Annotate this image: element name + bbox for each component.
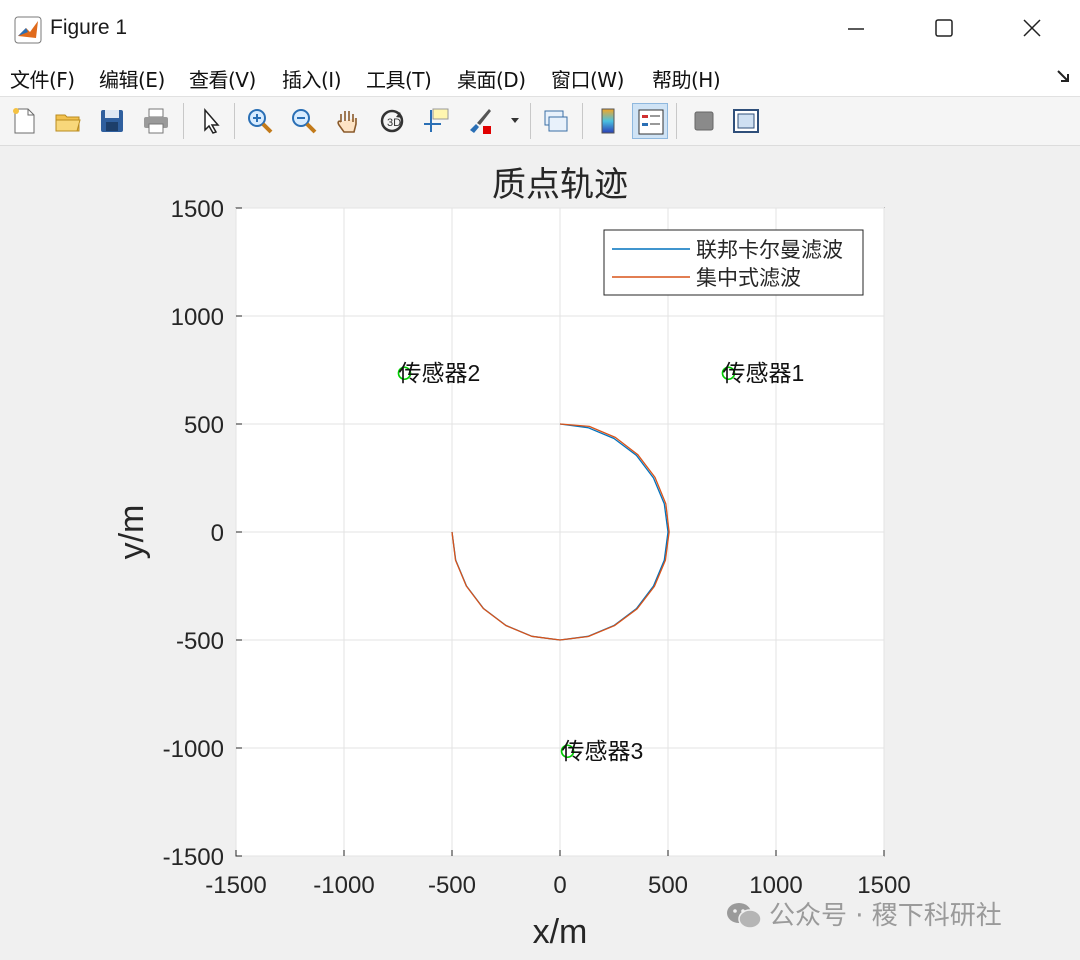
legend-label-federated: 联邦卡尔曼滤波 (696, 238, 843, 262)
menu-view[interactable]: 查看(V) (189, 64, 256, 93)
show-plot-tools-icon (733, 109, 759, 133)
pan-button[interactable] (330, 103, 366, 139)
pan-hand-icon (337, 111, 357, 133)
pointer-button[interactable] (192, 103, 228, 139)
x-tick-label: 0 (553, 872, 566, 899)
print-icon (144, 108, 168, 134)
menu-window[interactable]: 窗口(W) (551, 64, 624, 93)
svg-text:3D: 3D (387, 117, 401, 129)
window-title: Figure 1 (50, 16, 128, 39)
minimize-button[interactable] (812, 0, 900, 56)
open-button[interactable] (50, 103, 86, 139)
sensor-label: 传感器3 (562, 738, 644, 764)
colorbar-icon (601, 108, 615, 134)
y-tick-label: 1000 (171, 304, 224, 331)
y-tick-label: -500 (176, 628, 224, 655)
link-icon (544, 110, 568, 132)
figure-toolbar: 3D (0, 97, 1080, 146)
legend-button[interactable] (632, 103, 668, 139)
sensor-label: 传感器1 (722, 360, 804, 386)
minimize-icon (848, 28, 864, 30)
x-tick-label: -500 (428, 872, 476, 899)
new-figure-button[interactable] (6, 103, 42, 139)
y-axis-label: y/m (113, 505, 151, 560)
y-tick-label: 500 (184, 412, 224, 439)
menu-file[interactable]: 文件(F) (10, 64, 75, 93)
sensor-label: 传感器2 (398, 360, 480, 386)
x-tick-label: -1000 (313, 872, 374, 899)
link-button[interactable] (538, 103, 574, 139)
hide-plot-tools-icon (694, 111, 714, 131)
menu-tools[interactable]: 工具(T) (366, 64, 432, 93)
maximize-button[interactable] (900, 0, 988, 56)
watermark: 公众号 · 稷下科研社 (725, 895, 1002, 932)
save-icon (101, 110, 123, 132)
watermark-text: 公众号 · 稷下科研社 (769, 901, 1002, 931)
menu-desktop[interactable]: 桌面(D) (457, 64, 526, 93)
legend-icon (638, 109, 664, 135)
data-cursor-icon (424, 108, 449, 132)
close-icon (1023, 19, 1041, 37)
plot-svg: -1500 -1000 -500 0 500 1000 1500150010005000-5… (113, 165, 911, 951)
legend-label-centralized: 集中式滤波 (696, 266, 801, 290)
figure-canvas: -1500 -1000 -500 0 500 1000 1500 1500 1000 500 0 -5… (0, 146, 1080, 956)
close-button[interactable] (988, 0, 1076, 56)
menu-help[interactable]: 帮助(H) (652, 64, 721, 93)
data-cursor-button[interactable] (418, 103, 454, 139)
chevron-down-icon (511, 118, 519, 123)
menu-insert[interactable]: 插入(I) (282, 64, 342, 93)
open-icon (55, 114, 81, 132)
toolbar-separator (530, 103, 531, 139)
zoom-in-button[interactable] (242, 103, 278, 139)
colorbar-button[interactable] (590, 103, 626, 139)
brush-button[interactable] (462, 103, 498, 139)
wechat-icon (727, 903, 762, 929)
toolbar-separator (234, 103, 235, 139)
new-figure-icon (13, 108, 35, 134)
maximize-icon (935, 19, 953, 37)
y-tick-label: 0 (211, 520, 224, 547)
y-tick-label: -1000 (163, 736, 224, 763)
matlab-icon (14, 16, 42, 44)
figure-window: Figure 1 文件(F) 编辑(E) 查看(V) 插入(I) 工具(T) 桌… (0, 0, 1080, 956)
y-tick-label: 1500 (171, 196, 224, 223)
y-tick-label: -1500 (163, 844, 224, 871)
toolbar-dock-arrow-icon[interactable] (1056, 68, 1070, 87)
menu-edit[interactable]: 编辑(E) (99, 64, 165, 93)
x-tick-label: 500 (648, 872, 688, 899)
rotate-3d-icon: 3D (380, 109, 404, 133)
menu-bar: 文件(F) 编辑(E) 查看(V) 插入(I) 工具(T) 桌面(D) 窗口(W… (0, 56, 1080, 97)
pointer-icon (204, 107, 220, 134)
zoom-out-button[interactable] (286, 103, 322, 139)
toolbar-separator (676, 103, 677, 139)
print-button[interactable] (138, 103, 174, 139)
hide-plot-tools-button[interactable] (686, 103, 722, 139)
show-plot-tools-button[interactable] (728, 103, 764, 139)
save-button[interactable] (94, 103, 130, 139)
zoom-in-icon (248, 109, 273, 134)
toolbar-separator (183, 103, 184, 139)
title-bar[interactable]: Figure 1 (0, 0, 1080, 56)
zoom-out-icon (292, 109, 317, 134)
legend[interactable]: 联邦卡尔曼滤波 集中式滤波 (603, 229, 864, 296)
rotate-3d-button[interactable]: 3D (374, 103, 410, 139)
brush-dropdown[interactable] (504, 103, 528, 139)
chart-title: 质点轨迹 (492, 165, 628, 205)
x-tick-label: -1500 (205, 872, 266, 899)
brush-icon (470, 109, 491, 134)
x-axis-label: x/m (533, 913, 588, 951)
toolbar-separator (582, 103, 583, 139)
